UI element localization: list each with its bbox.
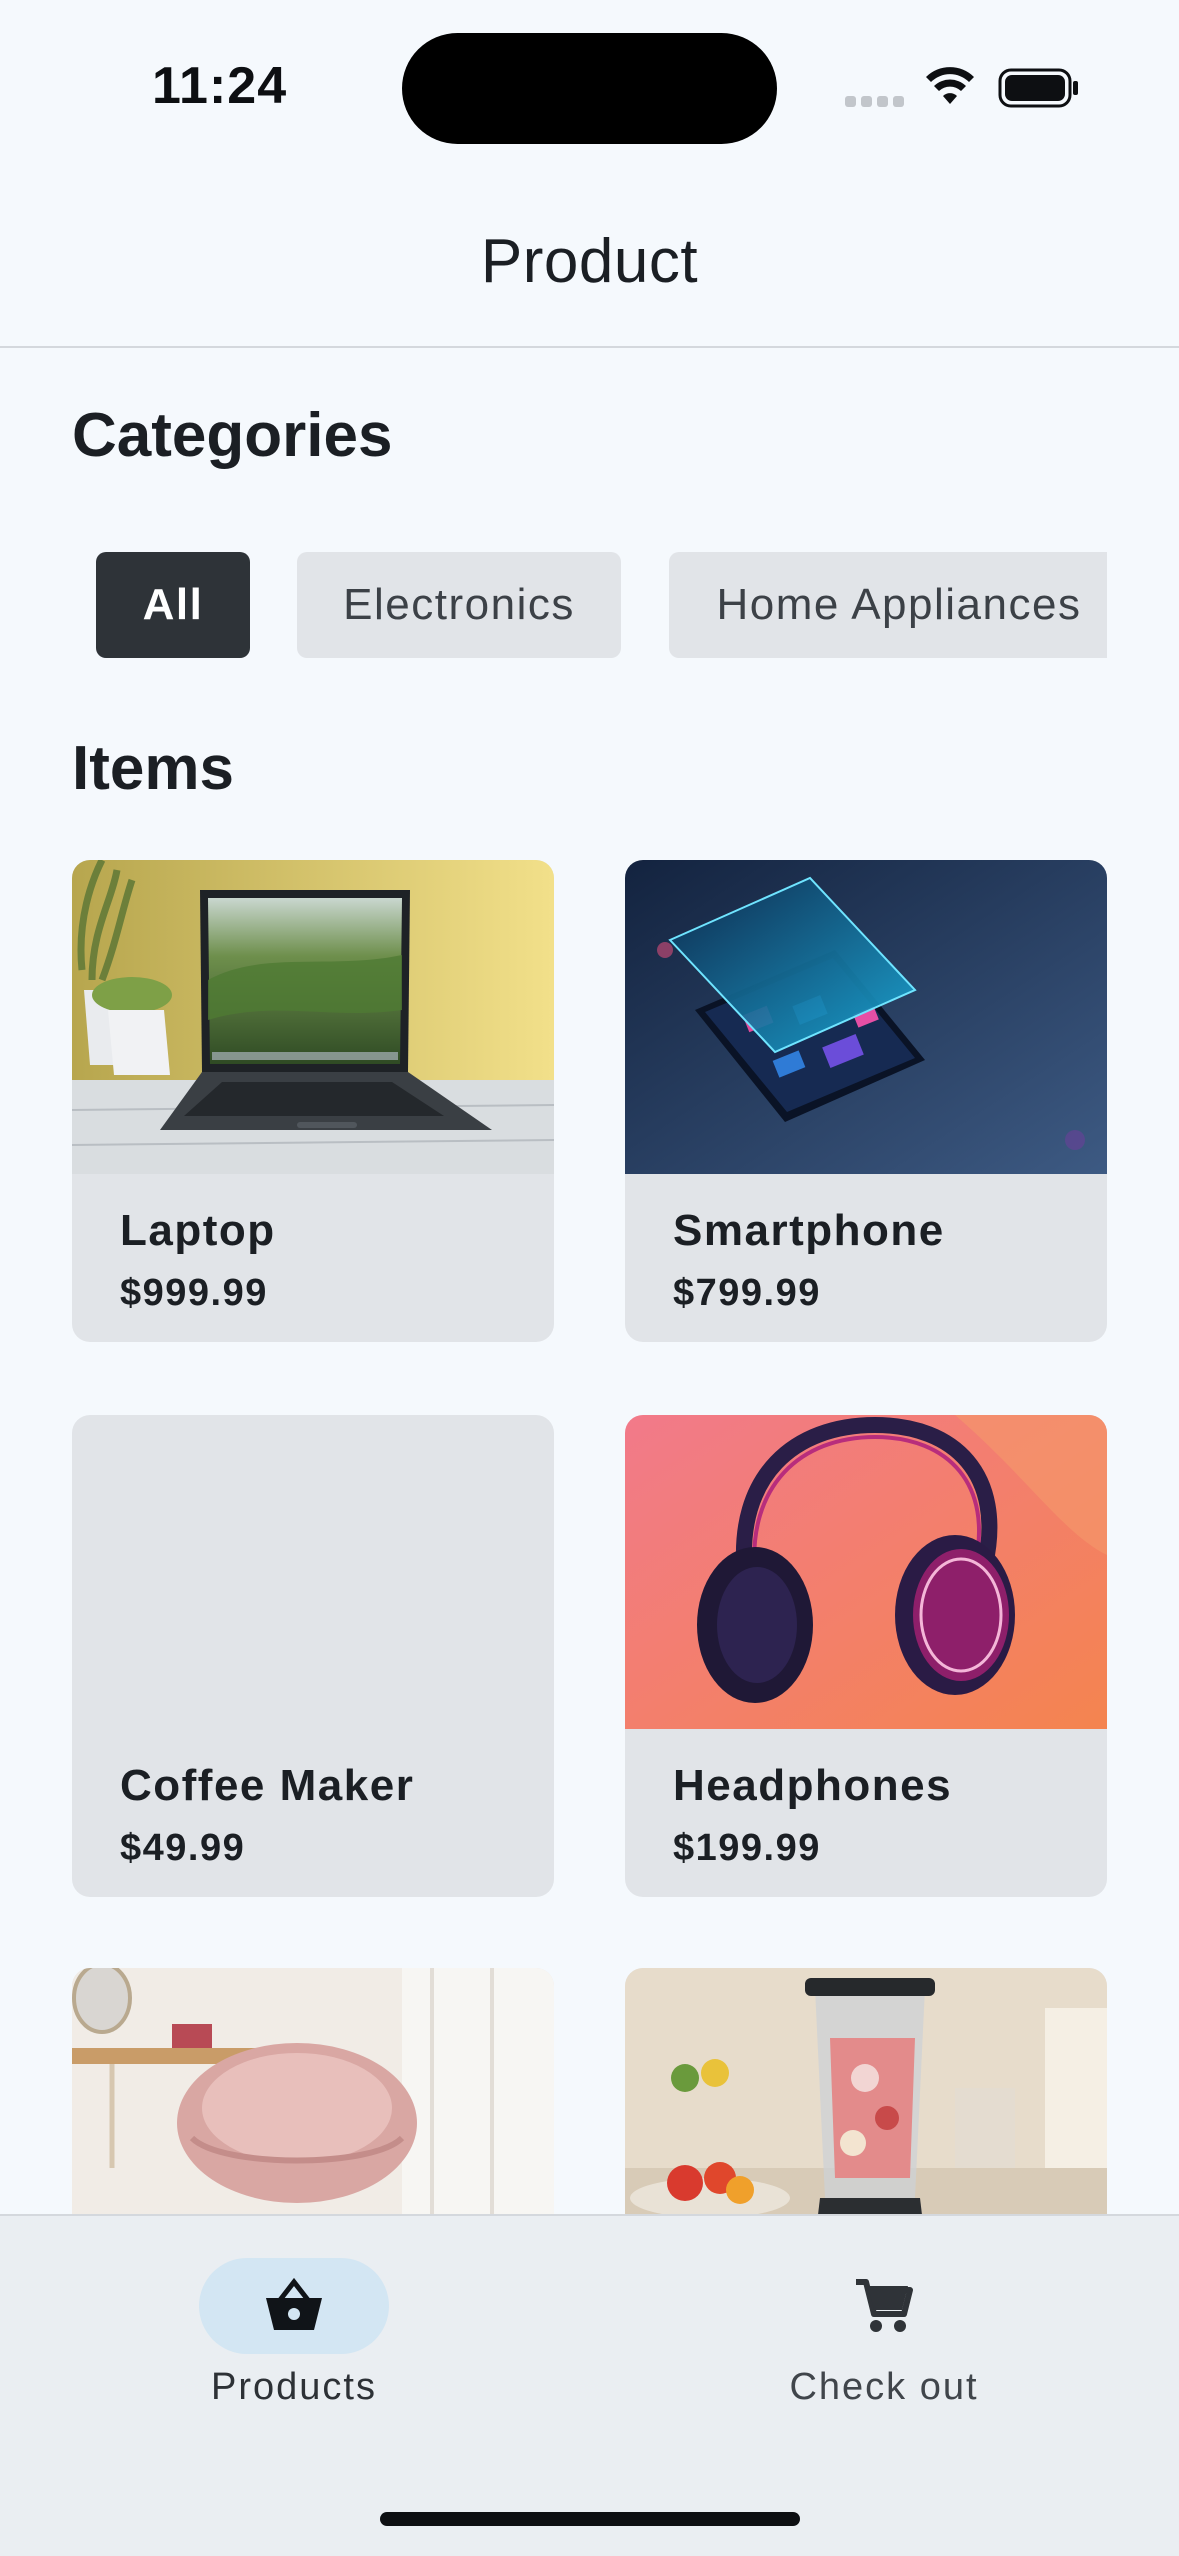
- status-time: 11:24: [152, 57, 288, 115]
- product-price: $199.99: [673, 1827, 821, 1869]
- product-name: Smartphone: [673, 1206, 945, 1255]
- tab-checkout[interactable]: Check out: [684, 2216, 1084, 2436]
- screen: 11:24 Product Categories All Electronics…: [0, 0, 1179, 2556]
- dynamic-island: [402, 33, 777, 144]
- tab-label: Check out: [789, 2366, 979, 2408]
- page-title: Product: [480, 227, 699, 296]
- product-card-coffee-maker[interactable]: Coffee Maker $49.99: [72, 1415, 554, 1897]
- items-heading: Items: [72, 734, 234, 803]
- home-indicator: [380, 2512, 800, 2526]
- tab-products[interactable]: Products: [94, 2216, 494, 2436]
- product-card-chair[interactable]: [72, 1968, 554, 2214]
- chair-image: [72, 1968, 554, 2214]
- chip-all[interactable]: All: [96, 552, 250, 658]
- nav-header: Product: [0, 200, 1179, 348]
- wifi-icon: [926, 67, 974, 104]
- chip-electronics[interactable]: Electronics: [297, 552, 621, 658]
- product-price: $999.99: [120, 1272, 268, 1314]
- product-name: Coffee Maker: [120, 1761, 415, 1810]
- cart-icon: [856, 2279, 913, 2332]
- product-price: $49.99: [120, 1827, 246, 1869]
- product-card-laptop[interactable]: Laptop $999.99: [72, 860, 554, 1342]
- blender-image: NINJA: [625, 1968, 1107, 2214]
- tab-label: Products: [211, 2366, 377, 2408]
- chip-home-appliances[interactable]: Home Appliances: [669, 552, 1107, 658]
- basket-icon: [266, 2277, 322, 2330]
- category-chips: All Electronics Home Appliances: [0, 552, 1107, 658]
- bottom-tab-bar: Products Check out: [0, 2214, 1179, 2556]
- product-name: Headphones: [673, 1761, 953, 1810]
- product-card-blender[interactable]: NINJA: [625, 1968, 1107, 2214]
- headphones-image: [625, 1415, 1107, 1729]
- product-card-smartphone[interactable]: Smartphone $799.99: [625, 860, 1107, 1342]
- cellular-signal-icon: [845, 96, 905, 108]
- product-price: $799.99: [673, 1272, 821, 1314]
- product-grid: Laptop $999.99 Smartphone $799.99 Coffee…: [0, 860, 1179, 2214]
- laptop-image: [72, 860, 554, 1174]
- product-card-headphones[interactable]: Headphones $199.99: [625, 1415, 1107, 1897]
- status-bar: 11:24: [0, 0, 1179, 170]
- categories-heading: Categories: [72, 401, 393, 470]
- product-name: Laptop: [120, 1206, 276, 1255]
- coffee-maker-image-placeholder: [72, 1415, 554, 1729]
- battery-icon: [998, 68, 1078, 108]
- smartphone-image: [625, 860, 1107, 1174]
